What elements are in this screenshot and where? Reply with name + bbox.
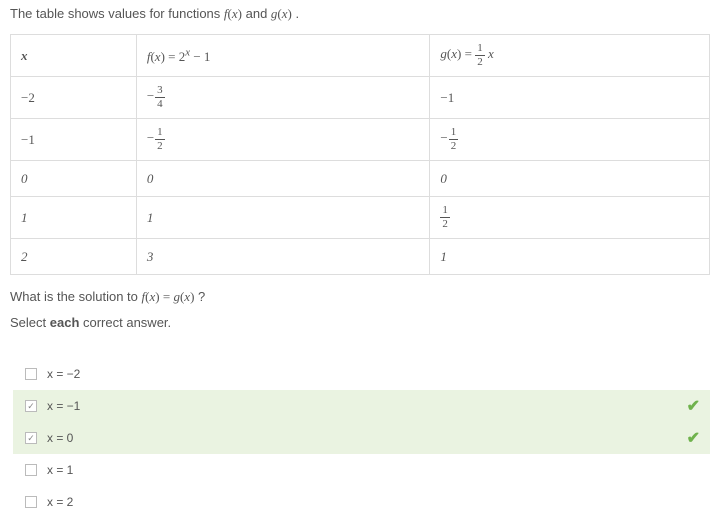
cell-g: −1 (430, 77, 710, 119)
g-sign: − (440, 130, 447, 145)
table-row: −1 −12 −12 (11, 119, 710, 161)
answer-label: x = 0 (47, 431, 73, 445)
table-row: 2 3 1 (11, 239, 710, 275)
answer-label: x = −2 (47, 367, 80, 381)
g-num: 1 (440, 205, 450, 218)
f-of-x: f(x) (224, 6, 242, 21)
f-num: 1 (155, 127, 165, 140)
f-sign: − (147, 88, 154, 103)
answer-list: x = −2 x = −1 ✔ x = 0 ✔ x = 1 x = 2 (10, 358, 710, 518)
instr-suffix: correct answer. (79, 315, 171, 330)
prompt-suffix: . (296, 6, 300, 21)
answer-option[interactable]: x = −2 (13, 358, 710, 390)
g-value: 0 (440, 171, 447, 186)
x-value: −2 (21, 90, 35, 105)
answer-label: x = 1 (47, 463, 73, 477)
instr-bold: each (50, 315, 80, 330)
correct-check-icon: ✔ (687, 428, 700, 448)
f-den: 2 (155, 140, 165, 152)
question-prefix: What is the solution to (10, 289, 142, 304)
header-f: f(x) = 2x − 1 (136, 35, 430, 77)
correct-check-icon: ✔ (687, 396, 700, 416)
instr-prefix: Select (10, 315, 50, 330)
checkbox-icon[interactable] (25, 464, 37, 476)
checkbox-icon[interactable] (25, 368, 37, 380)
cell-x: −1 (11, 119, 137, 161)
prompt-and: and (246, 6, 271, 21)
checkbox-icon[interactable] (25, 400, 37, 412)
cell-f: −12 (136, 119, 430, 161)
f-value: 0 (147, 171, 154, 186)
cell-g: −12 (430, 119, 710, 161)
cell-g: 0 (430, 161, 710, 197)
cell-g: 12 (430, 197, 710, 239)
table-row: 1 1 12 (11, 197, 710, 239)
f-formula: f(x) = 2x − 1 (147, 49, 211, 64)
cell-x: −2 (11, 77, 137, 119)
x-value: 2 (21, 249, 28, 264)
x-value: 0 (21, 171, 28, 186)
answer-option[interactable]: x = −1 ✔ (13, 390, 710, 422)
g-of-x: g(x) (271, 6, 292, 21)
g-den: 2 (440, 218, 450, 230)
f-sign: − (147, 130, 154, 145)
question-suffix: ? (198, 289, 205, 304)
g-den: 2 (449, 140, 459, 152)
f-den: 4 (155, 98, 165, 110)
header-g: g(x) = 12 x (430, 35, 710, 77)
header-x: x (11, 35, 137, 77)
x-value: 1 (21, 210, 28, 225)
prompt-text: The table shows values for functions f(x… (10, 6, 710, 22)
checkbox-icon[interactable] (25, 496, 37, 508)
x-label: x (21, 48, 28, 63)
g-formula: g(x) = 12 x (440, 46, 493, 61)
answer-label: x = −1 (47, 399, 80, 413)
f-value: 3 (147, 249, 154, 264)
g-num: 1 (449, 127, 459, 140)
cell-x: 1 (11, 197, 137, 239)
g-value: −1 (440, 90, 454, 105)
instruction-text: Select each correct answer. (10, 315, 710, 330)
answer-option[interactable]: x = 0 ✔ (13, 422, 710, 454)
f-num: 3 (155, 85, 165, 98)
cell-x: 2 (11, 239, 137, 275)
table-row: −2 −34 −1 (11, 77, 710, 119)
answer-option[interactable]: x = 2 (13, 486, 710, 518)
cell-f: 3 (136, 239, 430, 275)
equation: f(x) = g(x) (142, 289, 195, 304)
function-table: x f(x) = 2x − 1 g(x) = 12 x −2 −34 −1 −1… (10, 34, 710, 275)
cell-f: −34 (136, 77, 430, 119)
prompt-prefix: The table shows values for functions (10, 6, 224, 21)
cell-f: 0 (136, 161, 430, 197)
cell-f: 1 (136, 197, 430, 239)
answer-label: x = 2 (47, 495, 73, 509)
f-value: 1 (147, 210, 154, 225)
question-text: What is the solution to f(x) = g(x) ? (10, 289, 710, 305)
table-header-row: x f(x) = 2x − 1 g(x) = 12 x (11, 35, 710, 77)
answer-option[interactable]: x = 1 (13, 454, 710, 486)
cell-x: 0 (11, 161, 137, 197)
x-value: −1 (21, 132, 35, 147)
checkbox-icon[interactable] (25, 432, 37, 444)
table-body: −2 −34 −1 −1 −12 −12 0 0 0 1 1 12 (11, 77, 710, 275)
cell-g: 1 (430, 239, 710, 275)
table-row: 0 0 0 (11, 161, 710, 197)
g-value: 1 (440, 249, 447, 264)
